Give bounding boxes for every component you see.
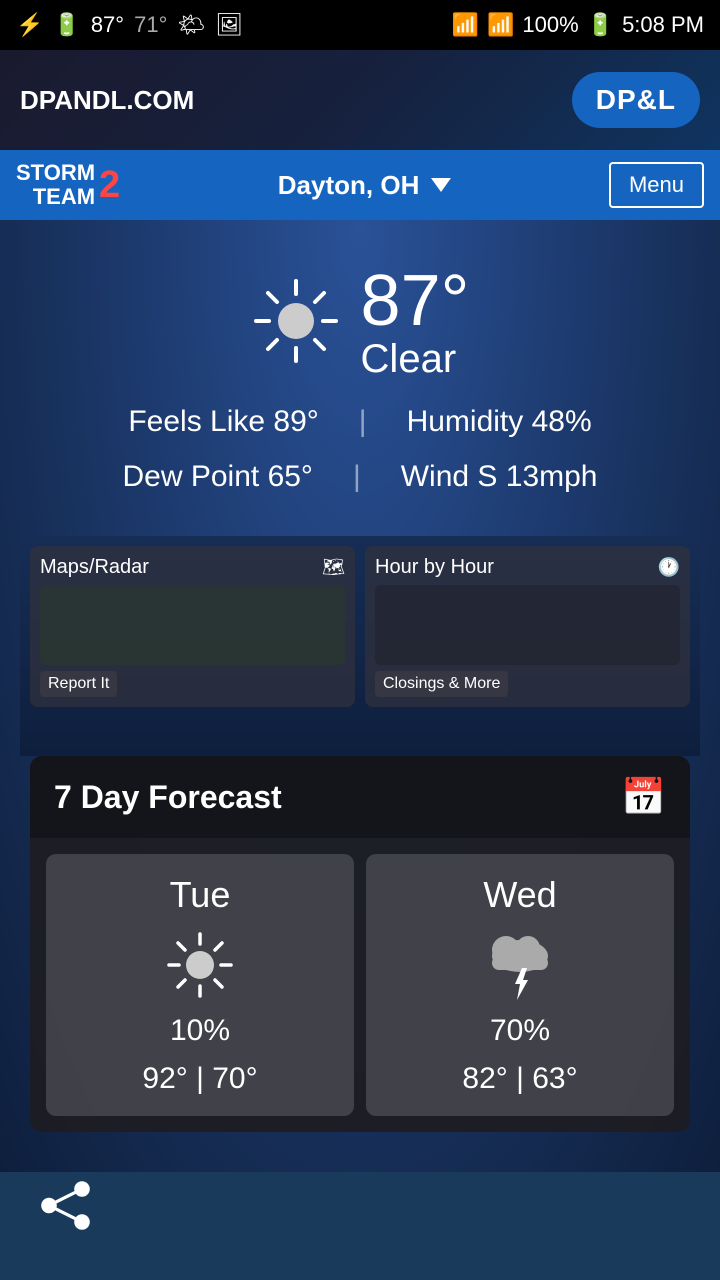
switcher-cards: Maps/Radar 🗺 Report It Hour by Hour 🕐 Cl…: [30, 546, 690, 707]
status-right: 📶 📶 100% 🔋 5:08 PM: [452, 12, 704, 38]
day-name-wed: Wed: [483, 874, 556, 916]
usb-icon: ⚡: [16, 12, 43, 38]
share-button[interactable]: [30, 1170, 100, 1240]
storm-logo-line2: TEAM: [33, 185, 95, 209]
status-temp-low: 71°: [134, 12, 167, 38]
storm-logo-num: 2: [99, 164, 120, 207]
wifi-icon: 📶: [452, 12, 479, 38]
ad-banner-text: DPANDL.COM: [20, 85, 194, 116]
battery-percent: 100%: [522, 12, 578, 38]
location-dropdown-arrow: [431, 178, 451, 192]
maps-radar-title: Maps/Radar 🗺: [40, 556, 345, 579]
calendar-icon: 📅: [621, 776, 666, 818]
weather-main: 87° Clear Feels Like 89° | Humidity 48% …: [0, 220, 720, 1172]
status-bar: ⚡ 🔋 87° 71° 🌤 🖼 📶 📶 100% 🔋 5:08 PM: [0, 0, 720, 50]
weather-status-icon: 🌤: [177, 12, 205, 38]
storm-team-logo: STORM TEAM 2: [16, 161, 120, 209]
location-text: Dayton, OH: [278, 170, 420, 201]
condition: Clear: [361, 337, 470, 382]
precip-tue: 10%: [170, 1014, 230, 1048]
battery-full-icon: 🔋: [587, 12, 614, 38]
wind: Wind S 13mph: [401, 451, 598, 502]
status-left: ⚡ 🔋 87° 71° 🌤 🖼: [16, 12, 243, 38]
forecast-day-tue[interactable]: Tue 10% 92° | 70°: [46, 854, 354, 1116]
storm-logo-line1: STORM: [16, 161, 95, 185]
app-switcher: Maps/Radar 🗺 Report It Hour by Hour 🕐 Cl…: [20, 536, 700, 756]
forecast-title: 7 Day Forecast: [54, 779, 282, 816]
maps-icon: 🗺: [322, 557, 345, 578]
forecast-card: 7 Day Forecast 📅 Tue 10%: [30, 756, 690, 1132]
sun-icon-tue: [165, 930, 235, 1000]
weather-row-1: Feels Like 89° | Humidity 48%: [123, 396, 598, 447]
location-display[interactable]: Dayton, OH: [278, 170, 452, 201]
forecast-day-wed[interactable]: Wed 70% 82° | 63°: [366, 854, 674, 1116]
dew-point: Dew Point 65°: [123, 451, 313, 502]
temps-wed: 82° | 63°: [462, 1062, 577, 1096]
humidity: Humidity 48%: [407, 396, 592, 447]
hour-by-hour-content: [375, 585, 680, 665]
feels-like: Feels Like 89°: [128, 396, 318, 447]
maps-radar-card[interactable]: Maps/Radar 🗺 Report It: [30, 546, 355, 707]
hour-by-hour-label: Hour by Hour: [375, 556, 494, 579]
ad-banner[interactable]: DPANDL.COM DP&L: [0, 50, 720, 150]
hour-by-hour-title: Hour by Hour 🕐: [375, 556, 680, 579]
clock-icon: 🕐: [658, 557, 680, 578]
hour-by-hour-card[interactable]: Hour by Hour 🕐 Closings & More: [365, 546, 690, 707]
photo-icon: 🖼: [215, 12, 243, 38]
forecast-header: 7 Day Forecast 📅: [30, 756, 690, 838]
storm-icon-wed: [480, 930, 560, 1000]
current-weather: 87° Clear Feels Like 89° | Humidity 48% …: [20, 260, 700, 506]
separator-1: |: [359, 396, 367, 447]
weather-row-2: Dew Point 65° | Wind S 13mph: [123, 451, 598, 502]
separator-2: |: [353, 451, 361, 502]
app-header: STORM TEAM 2 Dayton, OH Menu: [0, 150, 720, 220]
share-icon: [38, 1178, 93, 1233]
report-it-tab[interactable]: Report It: [40, 671, 117, 697]
maps-radar-content: [40, 585, 345, 665]
battery-icon-small: 🔋: [53, 12, 80, 38]
temp-condition: 87° Clear: [361, 260, 470, 382]
switcher-mini-tabs-left: Report It: [40, 671, 345, 697]
weather-icon-row: 87° Clear: [251, 260, 470, 382]
switcher-mini-tabs-right: Closings & More: [375, 671, 680, 697]
time-display: 5:08 PM: [622, 12, 704, 38]
precip-wed: 70%: [490, 1014, 550, 1048]
forecast-days: Tue 10% 92° | 70° Wed: [30, 838, 690, 1132]
maps-radar-label: Maps/Radar: [40, 556, 149, 579]
status-temp: 87°: [91, 12, 124, 38]
dpl-badge: DP&L: [572, 72, 700, 128]
menu-button[interactable]: Menu: [609, 162, 704, 208]
closings-tab[interactable]: Closings & More: [375, 671, 508, 697]
day-name-tue: Tue: [170, 874, 231, 916]
signal-icon: 📶: [487, 12, 514, 38]
temperature: 87°: [361, 260, 470, 342]
weather-details: Feels Like 89° | Humidity 48% Dew Point …: [123, 392, 598, 506]
sun-icon: [251, 276, 341, 366]
temps-tue: 92° | 70°: [142, 1062, 257, 1096]
